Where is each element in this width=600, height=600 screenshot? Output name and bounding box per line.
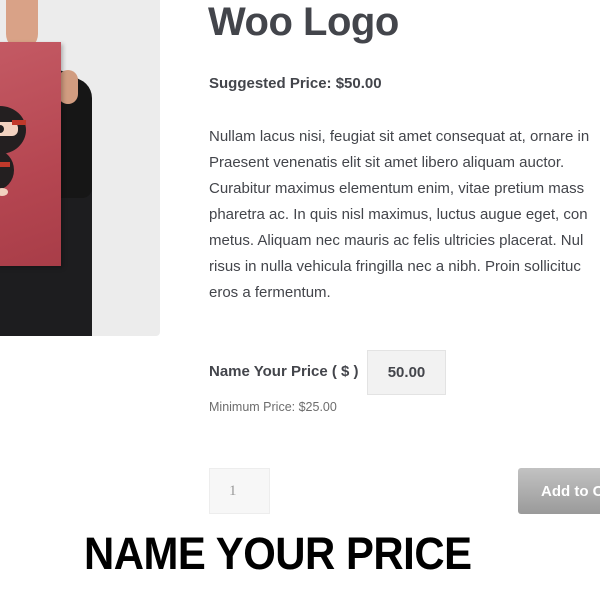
banner-caption: NAME YOUR PRICE xyxy=(84,528,472,579)
name-your-price-label: Name Your Price ( $ ) xyxy=(209,363,359,380)
product-image[interactable] xyxy=(0,0,160,336)
suggested-price: Suggested Price: $50.00 xyxy=(209,75,382,92)
add-to-cart-button[interactable]: Add to C xyxy=(518,468,600,514)
ninja-icon xyxy=(0,106,26,196)
description-line: eros a fermentum. xyxy=(209,284,331,301)
name-your-price-input[interactable] xyxy=(367,350,446,395)
product-page: Woo Logo Suggested Price: $50.00 Nullam … xyxy=(0,0,600,600)
description-line: Praesent venenatis elit sit amet libero … xyxy=(209,154,565,171)
product-description: Nullam lacus nisi, feugiat sit amet cons… xyxy=(209,124,600,306)
hand-illustration xyxy=(58,70,78,104)
minimum-price: Minimum Price: $25.00 xyxy=(209,400,337,414)
description-line: Curabitur maximus elementum enim, vitae … xyxy=(209,180,585,197)
quantity-input[interactable] xyxy=(209,468,270,514)
ninja-poster xyxy=(0,42,61,266)
product-title: Woo Logo xyxy=(208,0,399,44)
description-line: Nullam lacus nisi, feugiat sit amet cons… xyxy=(209,128,590,145)
description-line: pharetra ac. In quis nisl maximus, luctu… xyxy=(209,206,588,223)
description-line: metus. Aliquam nec mauris ac felis ultri… xyxy=(209,232,584,249)
description-line: risus in nulla vehicula fringilla nec a … xyxy=(209,258,581,275)
